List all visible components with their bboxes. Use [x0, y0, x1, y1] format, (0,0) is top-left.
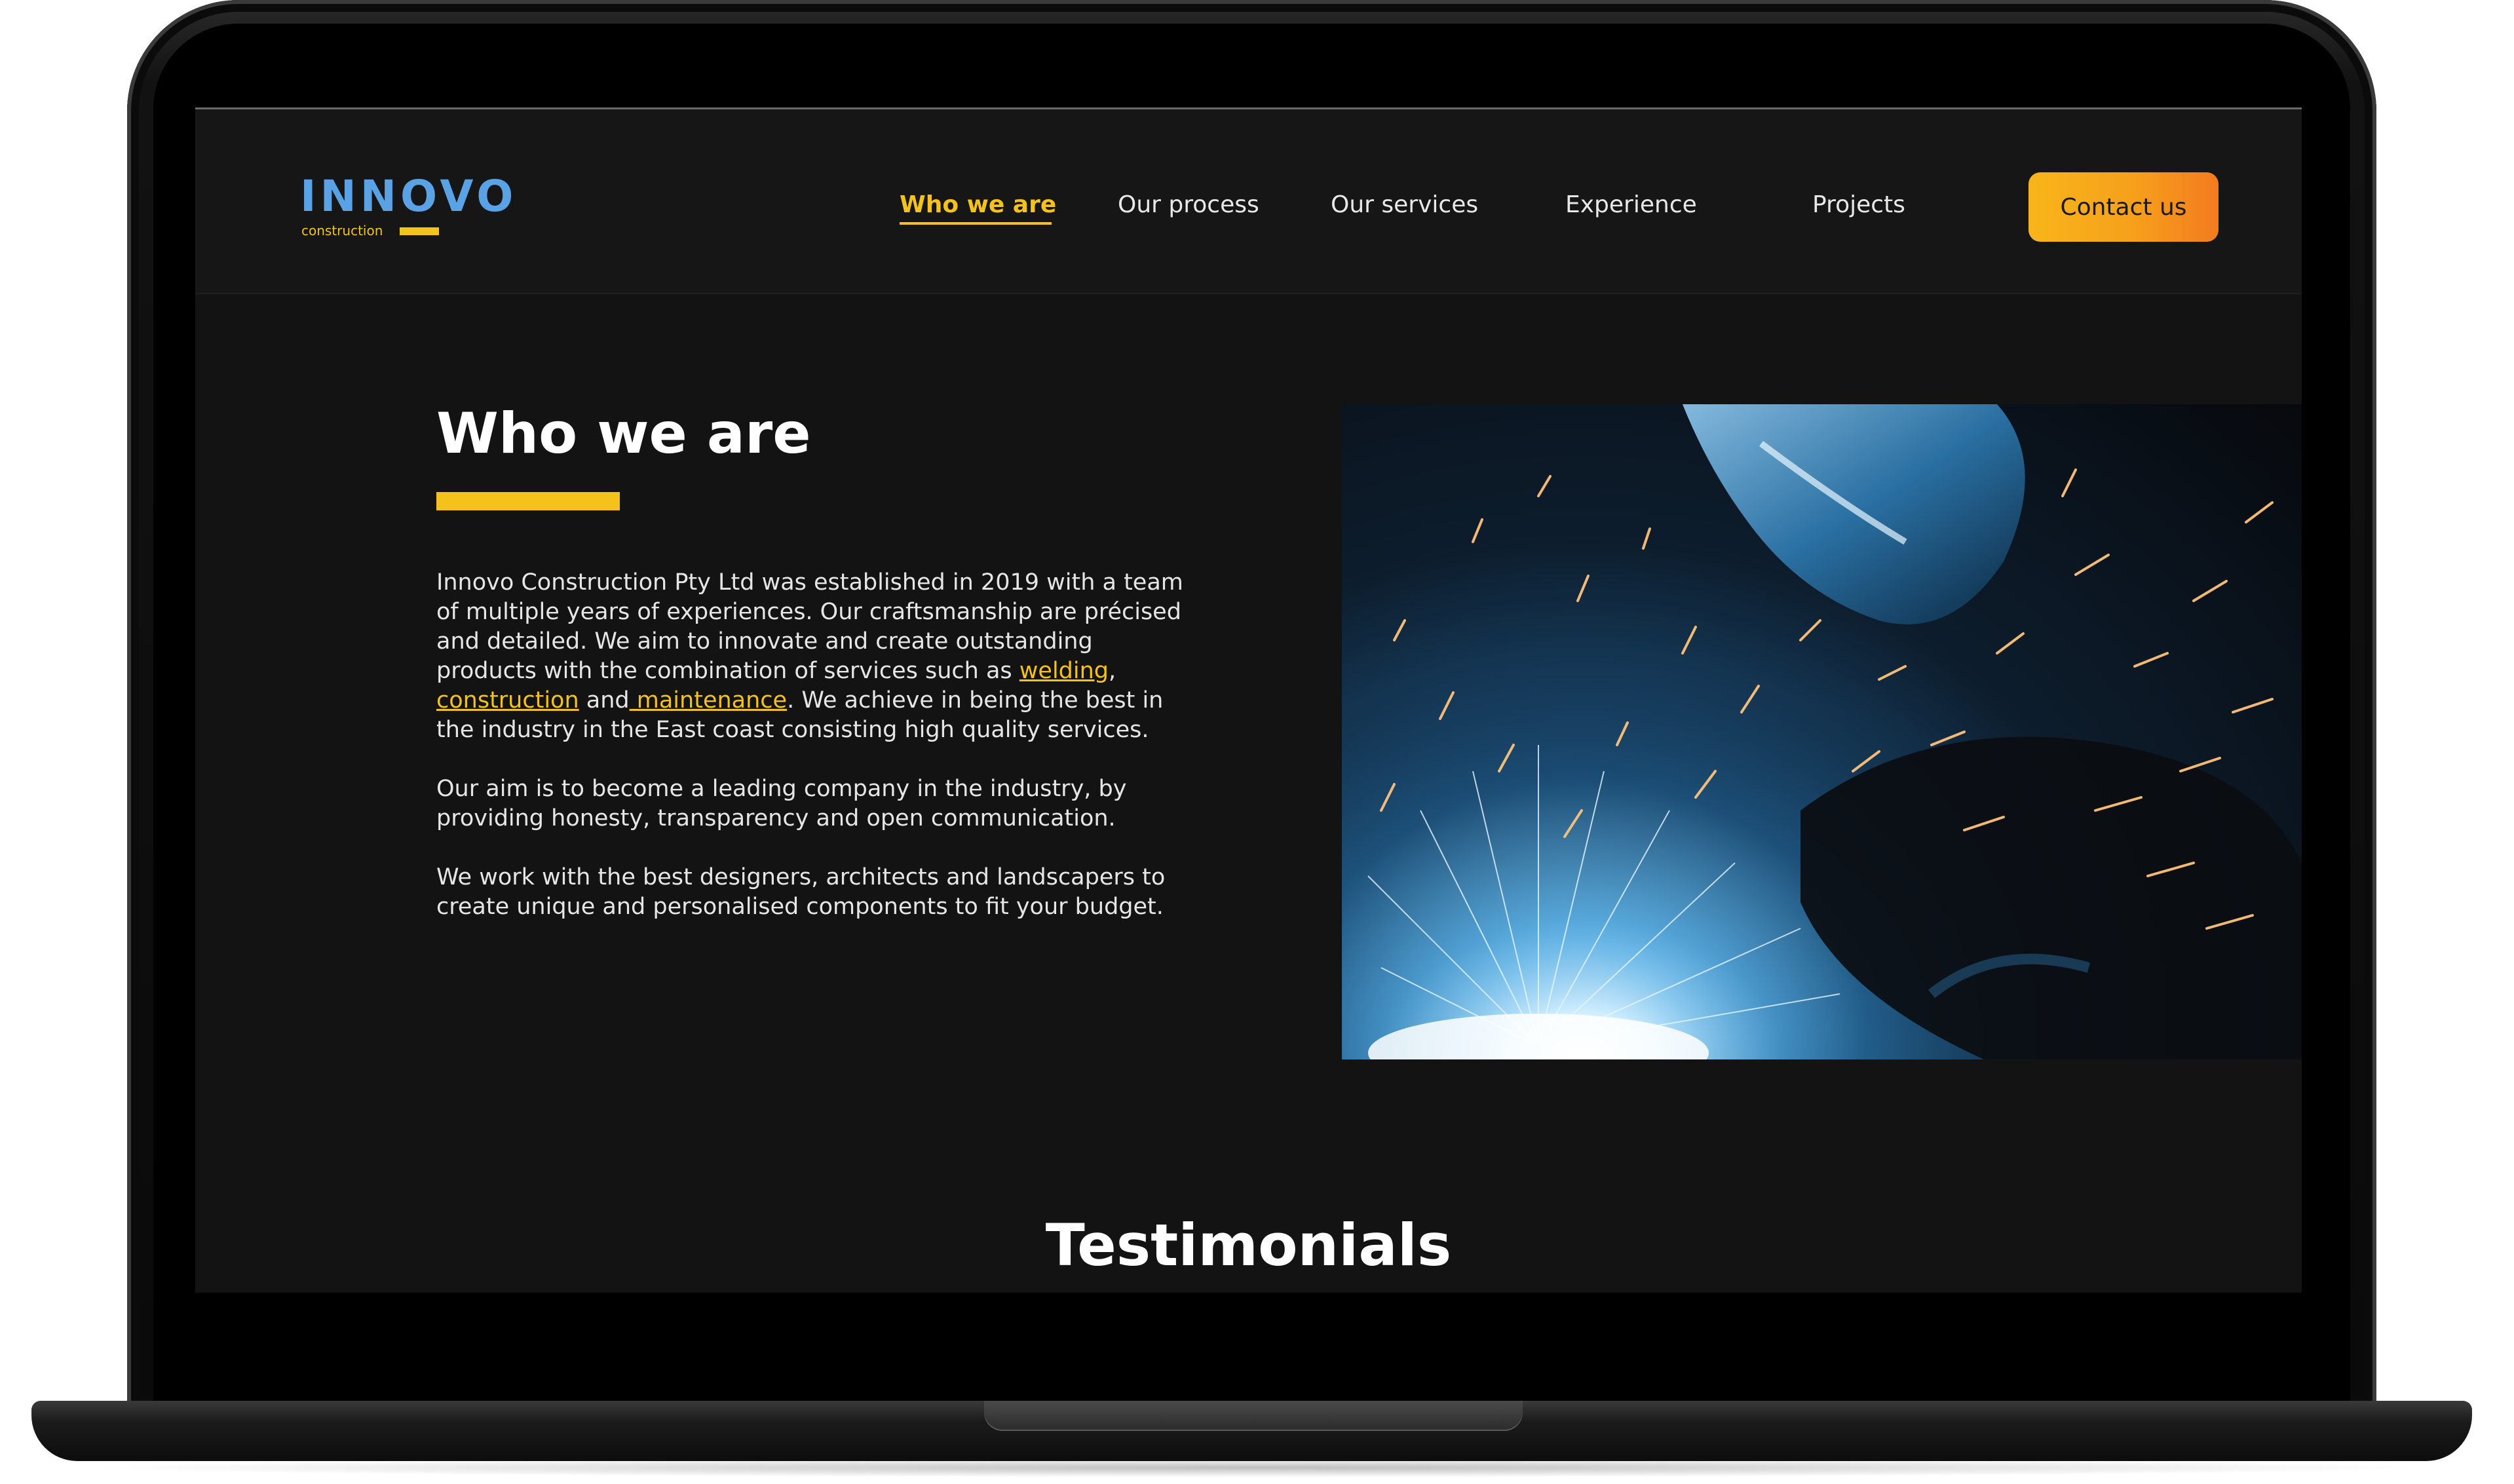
website-screen: INNOVO construction Who we are Our proce… [195, 107, 2302, 1293]
construction-link[interactable]: construction [436, 687, 579, 713]
nav-item-who-we-are[interactable]: Who we are [900, 193, 1056, 217]
nav-item-experience[interactable]: Experience [1565, 193, 1697, 217]
about-paragraph-2: Our aim is to become a leading company i… [436, 776, 1127, 831]
contact-us-button[interactable]: Contact us [2028, 172, 2219, 242]
nav-item-projects[interactable]: Projects [1812, 193, 1905, 217]
logo-wordmark: INNOVO [300, 171, 518, 221]
nav-item-our-process[interactable]: Our process [1118, 193, 1259, 217]
about-paragraph-3: We work with the best designers, archite… [436, 864, 1166, 920]
maintenance-link[interactable]: maintenance [630, 687, 787, 713]
welding-link[interactable]: welding [1019, 658, 1109, 684]
welding-sparks-illustration [1342, 404, 2302, 1059]
logo-subtitle: construction [301, 223, 383, 238]
title-accent-bar [436, 492, 620, 510]
laptop-hinge-notch [984, 1401, 1523, 1431]
welding-sparks-photo [1342, 404, 2302, 1059]
about-p1-and: and [579, 687, 630, 713]
about-text: Innovo Construction Pty Ltd was establis… [436, 568, 1183, 951]
navbar: INNOVO construction Who we are Our proce… [195, 109, 2302, 294]
logo-accent-bar [400, 227, 439, 235]
nav-item-our-services[interactable]: Our services [1331, 193, 1478, 217]
brand-logo[interactable]: INNOVO construction [300, 175, 513, 240]
nav-active-underline [900, 222, 1052, 225]
about-paragraph-1: Innovo Construction Pty Ltd was establis… [436, 568, 1183, 745]
section-title-who-we-are: Who we are [436, 401, 811, 466]
section-title-testimonials: Testimonials [1045, 1211, 1452, 1279]
about-p1-comma: , [1109, 658, 1116, 684]
